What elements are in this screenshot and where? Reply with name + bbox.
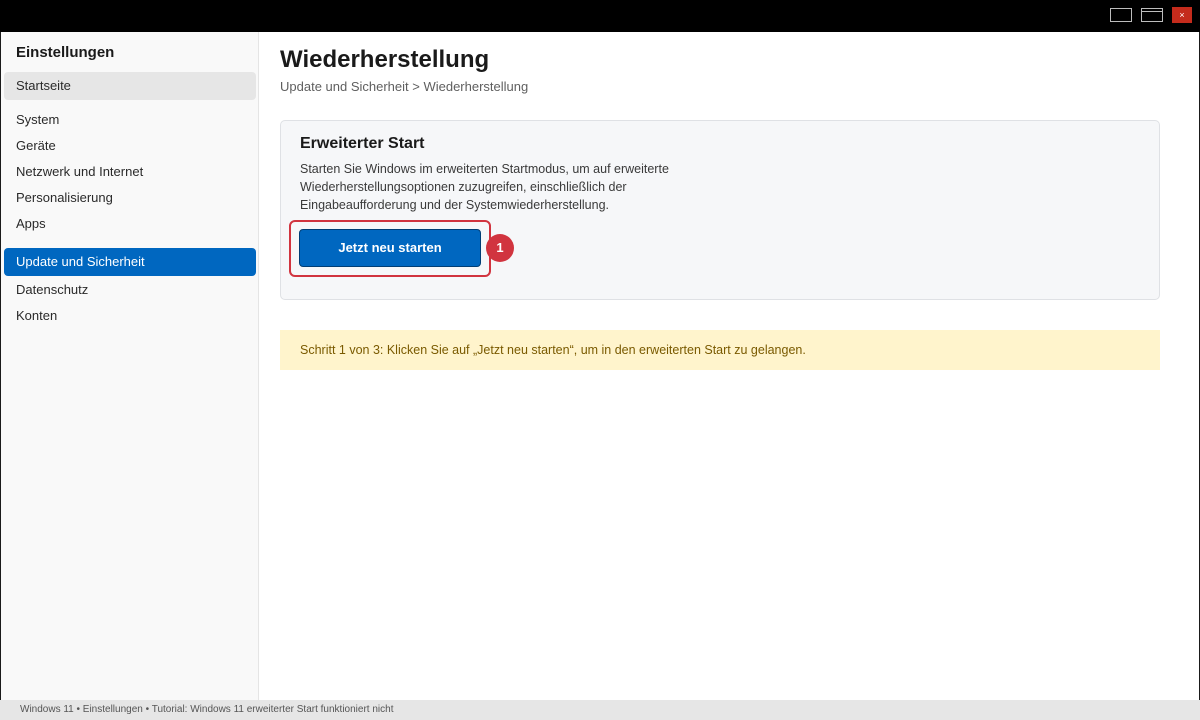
tutorial-step-notice: Schritt 1 von 3: Klicken Sie auf „Jetzt … [280,330,1160,370]
sidebar-item-geraete[interactable]: Geräte [4,132,256,160]
close-icon[interactable]: × [1172,7,1192,23]
minimize-icon[interactable] [1110,8,1132,22]
sidebar-item-apps[interactable]: Apps [4,210,256,238]
page-title: Wiederherstellung [280,46,490,73]
sidebar-item-netzwerk[interactable]: Netzwerk und Internet [4,158,256,186]
sidebar-item-startseite[interactable]: Startseite [4,72,256,100]
restart-now-button[interactable]: Jetzt neu starten [299,229,481,267]
sidebar-item-datenschutz[interactable]: Datenschutz [4,276,256,304]
sidebar-item-konten[interactable]: Konten [4,302,256,330]
sidebar: Einstellungen Startseite System Geräte N… [1,32,259,700]
main-content: Wiederherstellung Update und Sicherheit … [260,32,1199,700]
maximize-icon-bar [1142,11,1162,12]
sidebar-item-update-sicherheit[interactable]: Update und Sicherheit [4,248,256,276]
advanced-start-card: Erweiterter Start Starten Sie Windows im… [280,120,1160,300]
sidebar-item-system[interactable]: System [4,106,256,134]
card-description: Starten Sie Windows im erweiterten Start… [300,162,669,212]
sidebar-item-personalisierung[interactable]: Personalisierung [4,184,256,212]
breadcrumb: Update und Sicherheit > Wiederherstellun… [280,79,529,94]
sidebar-title: Einstellungen [16,44,115,61]
step-number-badge: 1 [486,234,514,262]
status-bar: Windows 11 • Einstellungen • Tutorial: W… [0,700,1200,720]
title-bar: × [0,0,1200,32]
card-title: Erweiterter Start [300,135,425,152]
maximize-icon[interactable] [1141,8,1163,22]
